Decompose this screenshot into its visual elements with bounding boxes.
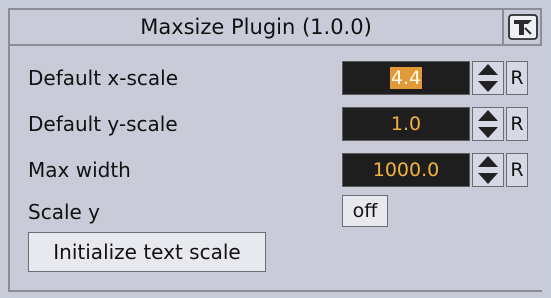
spinner-down-icon[interactable]: [476, 171, 500, 185]
max-width-reset-button[interactable]: R: [506, 153, 528, 187]
default-x-scale-input[interactable]: 4.4: [342, 61, 470, 95]
initialize-text-scale-button[interactable]: Initialize text scale: [28, 232, 266, 272]
spinner-down-icon[interactable]: [476, 79, 500, 93]
default-y-scale-label: Default y-scale: [28, 112, 178, 136]
spinner-down-icon[interactable]: [476, 125, 500, 139]
default-y-scale-row: Default y-scale 1.0 R: [10, 105, 540, 143]
spinner-up-icon[interactable]: [476, 109, 500, 123]
default-y-scale-input[interactable]: 1.0: [342, 107, 470, 141]
default-y-scale-value: 1.0: [390, 113, 422, 135]
default-x-scale-reset-button[interactable]: R: [506, 61, 528, 95]
plugin-title: Maxsize Plugin (1.0.0): [140, 15, 372, 39]
scale-y-label: Scale y: [28, 200, 101, 224]
default-x-scale-spinner[interactable]: [472, 61, 504, 95]
default-y-scale-reset-button[interactable]: R: [506, 107, 528, 141]
maxsize-plugin-window: Maxsize Plugin (1.0.0) Default x-scale 4…: [0, 0, 551, 298]
scale-y-row: Scale y off: [10, 193, 540, 231]
max-width-label: Max width: [28, 158, 131, 182]
default-x-scale-row: Default x-scale 4.4 R: [10, 59, 540, 97]
default-y-scale-spinner[interactable]: [472, 107, 504, 141]
header-divider: [502, 10, 504, 44]
plugin-header: Maxsize Plugin (1.0.0): [8, 8, 542, 46]
spinner-up-icon[interactable]: [476, 63, 500, 77]
max-width-row: Max width 1000.0 R: [10, 151, 540, 189]
spinner-up-icon[interactable]: [476, 155, 500, 169]
max-width-spinner[interactable]: [472, 153, 504, 187]
default-x-scale-value: 4.4: [389, 67, 423, 89]
plugin-info-icon[interactable]: [508, 14, 538, 40]
scale-y-toggle-button[interactable]: off: [342, 195, 388, 227]
default-x-scale-label: Default x-scale: [28, 66, 179, 90]
plugin-panel: Default x-scale 4.4 R Default y-scale 1.…: [8, 46, 542, 292]
max-width-input[interactable]: 1000.0: [342, 153, 470, 187]
max-width-value: 1000.0: [372, 159, 440, 181]
